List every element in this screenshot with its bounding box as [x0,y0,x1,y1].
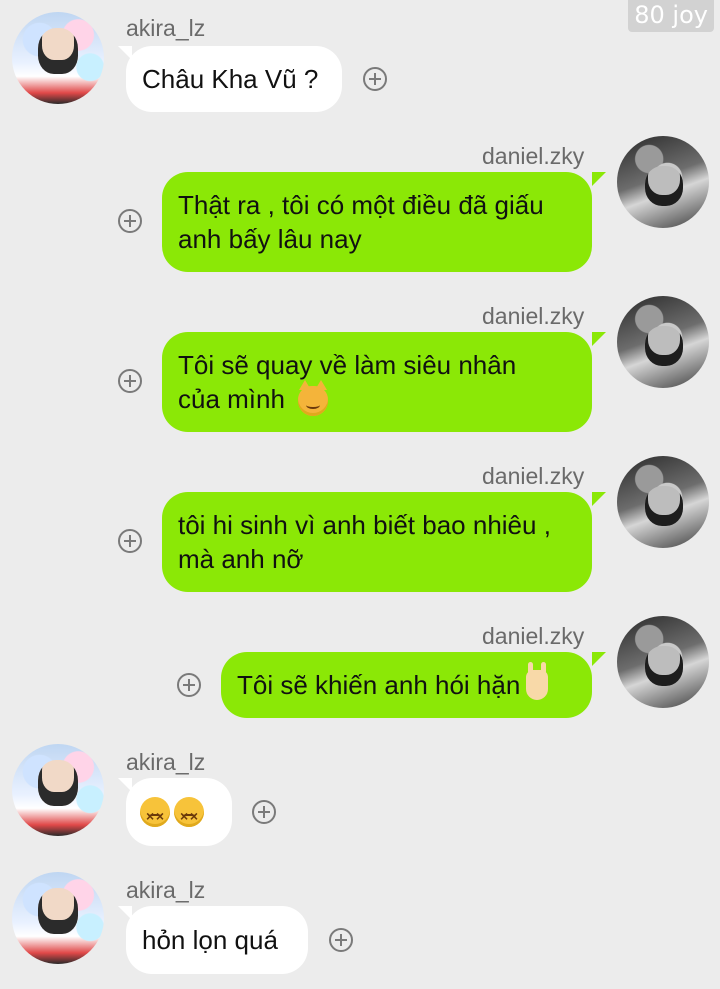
confounded-face-emoji-icon [140,797,170,833]
add-reaction-icon[interactable] [363,67,387,91]
message-text: Tôi sẽ khiến anh hói hặn [237,670,521,700]
smirking-cat-emoji-icon [298,380,329,417]
bubble-tail [592,332,606,346]
add-reaction-icon[interactable] [118,209,142,233]
add-reaction-icon[interactable] [118,529,142,553]
message-bubble-outgoing[interactable]: Tôi sẽ quay về làm siêu nhân của mình [162,332,592,432]
sender-name: daniel.zky [482,303,585,329]
sender-name: daniel.zky [482,463,585,489]
message-text-line: Thật ra , tôi có một điều đã giấu [178,190,544,220]
message-bubble-incoming[interactable]: hỏn lọn quá [126,906,308,974]
message-text-line-with-emoji: của mình [178,380,329,417]
sender-name: akira_lz [126,15,206,41]
bubble-tail [592,492,606,506]
bubble-tail [592,652,606,666]
message-bubble-outgoing[interactable]: Thật ra , tôi có một điều đã giấu anh bấ… [162,172,592,272]
message-text: hỏn lọn quá [142,925,278,955]
sign-of-horns-emoji-icon [526,662,549,700]
message-text: của mình [178,383,285,414]
add-reaction-icon[interactable] [252,800,276,824]
message-text-line: tôi hi sinh vì anh biết bao nhiêu , [178,510,551,540]
sender-name: akira_lz [126,877,206,903]
avatar-akira[interactable] [12,12,104,104]
avatar-akira[interactable] [12,744,104,836]
message-text: Châu Kha Vũ ? [142,64,319,94]
watermark: 80 joy [628,0,714,32]
sender-name: akira_lz [126,749,206,775]
avatar-daniel[interactable] [617,456,709,548]
message-bubble-incoming[interactable] [126,778,232,846]
message-bubble-outgoing[interactable]: Tôi sẽ khiến anh hói hặn [221,652,592,718]
confounded-face-emoji-icon [174,797,204,833]
message-text-line: anh bấy lâu nay [178,224,362,254]
add-reaction-icon[interactable] [329,928,353,952]
avatar-daniel[interactable] [617,616,709,708]
message-text-line: Tôi sẽ quay về làm siêu nhân [178,349,517,380]
message-bubble-outgoing[interactable]: tôi hi sinh vì anh biết bao nhiêu , mà a… [162,492,592,592]
add-reaction-icon[interactable] [177,673,201,697]
bubble-tail [592,172,606,186]
sender-name: daniel.zky [482,143,585,169]
sender-name: daniel.zky [482,623,585,649]
avatar-daniel[interactable] [617,136,709,228]
avatar-akira[interactable] [12,872,104,964]
message-bubble-incoming[interactable]: Châu Kha Vũ ? [126,46,342,112]
add-reaction-icon[interactable] [118,369,142,393]
avatar-daniel[interactable] [617,296,709,388]
message-text-line: mà anh nỡ [178,544,304,574]
